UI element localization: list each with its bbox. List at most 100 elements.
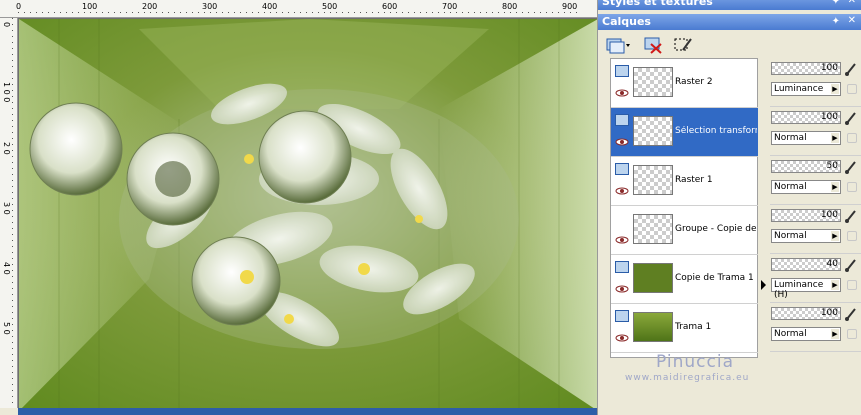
dropdown-arrow-icon: ▶	[831, 182, 839, 192]
brush-icon[interactable]	[844, 160, 858, 174]
prop-row: 40 Luminance (H) ▶	[770, 254, 861, 303]
layer-row-trama-1[interactable]: Trama 1	[611, 304, 758, 353]
layer-thumbnail	[633, 165, 673, 195]
lock-icon[interactable]	[847, 182, 857, 192]
watermark-url: www.maidiregrafica.eu	[625, 373, 750, 383]
opacity-value: 100	[820, 63, 838, 73]
raster-layer-icon	[615, 261, 629, 273]
blend-mode-select[interactable]: Normal ▶	[771, 229, 841, 243]
blend-mode-value: Normal	[774, 182, 807, 192]
lock-icon[interactable]	[847, 133, 857, 143]
eye-icon[interactable]	[615, 334, 629, 342]
image-canvas[interactable]	[18, 18, 598, 411]
eye-icon[interactable]	[615, 89, 629, 97]
blend-mode-select[interactable]: Normal ▶	[771, 180, 841, 194]
ruler-label: 1 0 0	[2, 82, 11, 103]
eye-icon[interactable]	[615, 285, 629, 293]
opacity-value: 50	[826, 161, 838, 171]
blend-mode-select[interactable]: Normal ▶	[771, 327, 841, 341]
watermark-name: Pinuccia	[656, 352, 734, 372]
layer-properties: 100 Luminance ▶ 100 Normal ▶ 50 Normal ▶ 10…	[768, 58, 861, 358]
layer-name: Sélection transformée	[675, 126, 757, 136]
right-panel: Styles et textures ✦ ✕ Calques ✦ ✕ Raste…	[597, 0, 861, 415]
ruler-label: 300	[202, 2, 218, 11]
ruler-label: 200	[142, 2, 158, 11]
brush-icon[interactable]	[844, 209, 858, 223]
opacity-slider[interactable]: 50	[771, 160, 841, 173]
lock-icon[interactable]	[847, 329, 857, 339]
brush-icon[interactable]	[844, 62, 858, 76]
brush-icon[interactable]	[844, 307, 858, 321]
ruler-label: 5 0	[2, 322, 11, 335]
edit-selection-icon	[674, 38, 692, 51]
ruler-label: 900	[562, 2, 578, 11]
ruler-label: 0	[2, 22, 11, 28]
ruler-label: 4 0	[2, 262, 11, 275]
ruler-label: 100	[82, 2, 98, 11]
raster-layer-icon	[615, 310, 629, 322]
layer-row-selection[interactable]: Sélection transformée	[611, 108, 758, 157]
layer-name: Trama 1	[675, 322, 712, 332]
delete-layer-icon	[644, 37, 662, 54]
delete-layer-button[interactable]	[642, 35, 664, 55]
eye-icon[interactable]	[615, 236, 629, 244]
ruler-label: 400	[262, 2, 278, 11]
layers-toolbar	[598, 33, 861, 59]
new-layer-icon	[606, 38, 630, 54]
raster-layer-icon	[615, 163, 629, 175]
opacity-slider[interactable]: 100	[771, 111, 841, 124]
layers-title-text: Calques	[602, 15, 651, 28]
opacity-slider[interactable]: 100	[771, 62, 841, 75]
opacity-value: 100	[820, 112, 838, 122]
layer-name: Raster 1	[675, 175, 713, 185]
layer-thumbnail	[633, 116, 673, 146]
splitter-arrow-icon	[761, 280, 766, 290]
pin-icon[interactable]: ✦	[832, 0, 840, 7]
eye-icon[interactable]	[615, 187, 629, 195]
blend-mode-value: Normal	[774, 231, 807, 241]
brush-icon[interactable]	[844, 258, 858, 272]
prop-row: 100 Luminance ▶	[770, 58, 861, 107]
styles-title-text: Styles et textures	[602, 0, 713, 8]
lock-icon[interactable]	[847, 231, 857, 241]
ruler-label: 3 0	[2, 202, 11, 215]
layers-splitter[interactable]	[758, 58, 768, 358]
lock-icon[interactable]	[847, 84, 857, 94]
ruler-label: 600	[382, 2, 398, 11]
prop-row: 100 Normal ▶	[770, 205, 861, 254]
layer-row-raster-2[interactable]: Raster 2	[611, 59, 758, 108]
ruler-label: 700	[442, 2, 458, 11]
raster-layer-icon	[615, 114, 629, 126]
opacity-slider[interactable]: 40	[771, 258, 841, 271]
ruler-left: 0 1 0 0 2 0 3 0 4 0 5 0	[0, 18, 18, 408]
layer-row-group[interactable]: Groupe - Copie de Trama 1	[611, 206, 758, 255]
blend-mode-select[interactable]: Luminance ▶	[771, 82, 841, 96]
layer-row-raster-1[interactable]: Raster 1	[611, 157, 758, 206]
brush-icon[interactable]	[844, 111, 858, 125]
raster-layer-icon	[615, 65, 629, 77]
blend-mode-select[interactable]: Normal ▶	[771, 131, 841, 145]
layers-list: Raster 2 Sélection transformée Raster 1 …	[610, 58, 758, 358]
canvas-artwork	[19, 19, 598, 411]
ruler-label: 500	[322, 2, 338, 11]
lock-icon[interactable]	[847, 280, 857, 290]
dropdown-arrow-icon: ▶	[831, 84, 839, 94]
ruler-label: 0	[16, 2, 22, 11]
edit-selection-button[interactable]	[672, 35, 694, 55]
new-layer-button[interactable]	[604, 35, 632, 55]
layer-thumbnail	[633, 263, 673, 293]
layer-thumbnail	[633, 67, 673, 97]
eye-icon[interactable]	[615, 138, 629, 146]
ruler-label: 800	[502, 2, 518, 11]
opacity-slider[interactable]: 100	[771, 307, 841, 320]
close-icon[interactable]: ✕	[848, 15, 856, 26]
pin-icon[interactable]: ✦	[832, 16, 840, 27]
close-icon[interactable]: ✕	[848, 0, 856, 6]
layer-row-copie-trama[interactable]: Copie de Trama 1	[611, 255, 758, 304]
dropdown-arrow-icon: ▶	[831, 280, 839, 290]
canvas-scrollbar[interactable]	[18, 408, 597, 415]
opacity-slider[interactable]: 100	[771, 209, 841, 222]
blend-mode-select[interactable]: Luminance (H) ▶	[771, 278, 841, 300]
ruler-label: 2 0	[2, 142, 11, 155]
blend-mode-value: Normal	[774, 133, 807, 143]
